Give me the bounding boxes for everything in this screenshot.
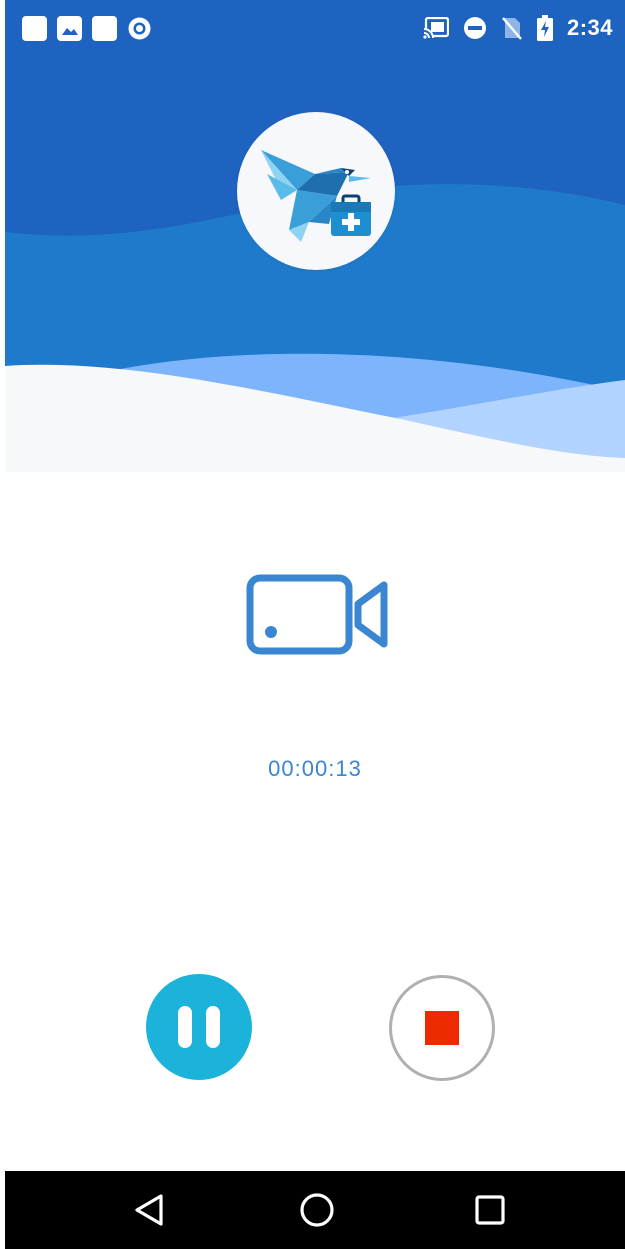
home-circle-icon[interactable] [295, 1188, 339, 1232]
system-status-icons: 2:34 [422, 14, 613, 42]
recents-square-icon[interactable] [468, 1188, 512, 1232]
app-notification-icon [22, 15, 47, 41]
image-notification-icon [57, 15, 82, 41]
app-notification-icon [92, 15, 117, 41]
no-sim-icon [502, 17, 522, 40]
recording-screen: 2:34 00:00:13 [5, 0, 625, 1249]
stop-icon [425, 1011, 459, 1045]
status-time: 2:34 [566, 15, 613, 40]
back-triangle-icon[interactable] [128, 1188, 172, 1232]
do-not-disturb-icon [463, 17, 486, 39]
app-logo [237, 112, 395, 270]
status-bar: 2:34 [5, 0, 625, 56]
bird-medical-kit-logo-icon [261, 150, 371, 242]
pause-button[interactable] [146, 974, 252, 1080]
battery-charging-icon [536, 15, 553, 41]
header-banner: 2:34 [5, 0, 625, 472]
cast-icon [422, 17, 449, 39]
record-notification-icon [128, 17, 151, 39]
stop-button[interactable] [389, 975, 495, 1081]
video-camera-icon [246, 574, 388, 655]
recording-timer: 00:00:13 [268, 756, 362, 781]
navigation-bar [5, 1171, 625, 1249]
notification-icons [22, 14, 152, 42]
